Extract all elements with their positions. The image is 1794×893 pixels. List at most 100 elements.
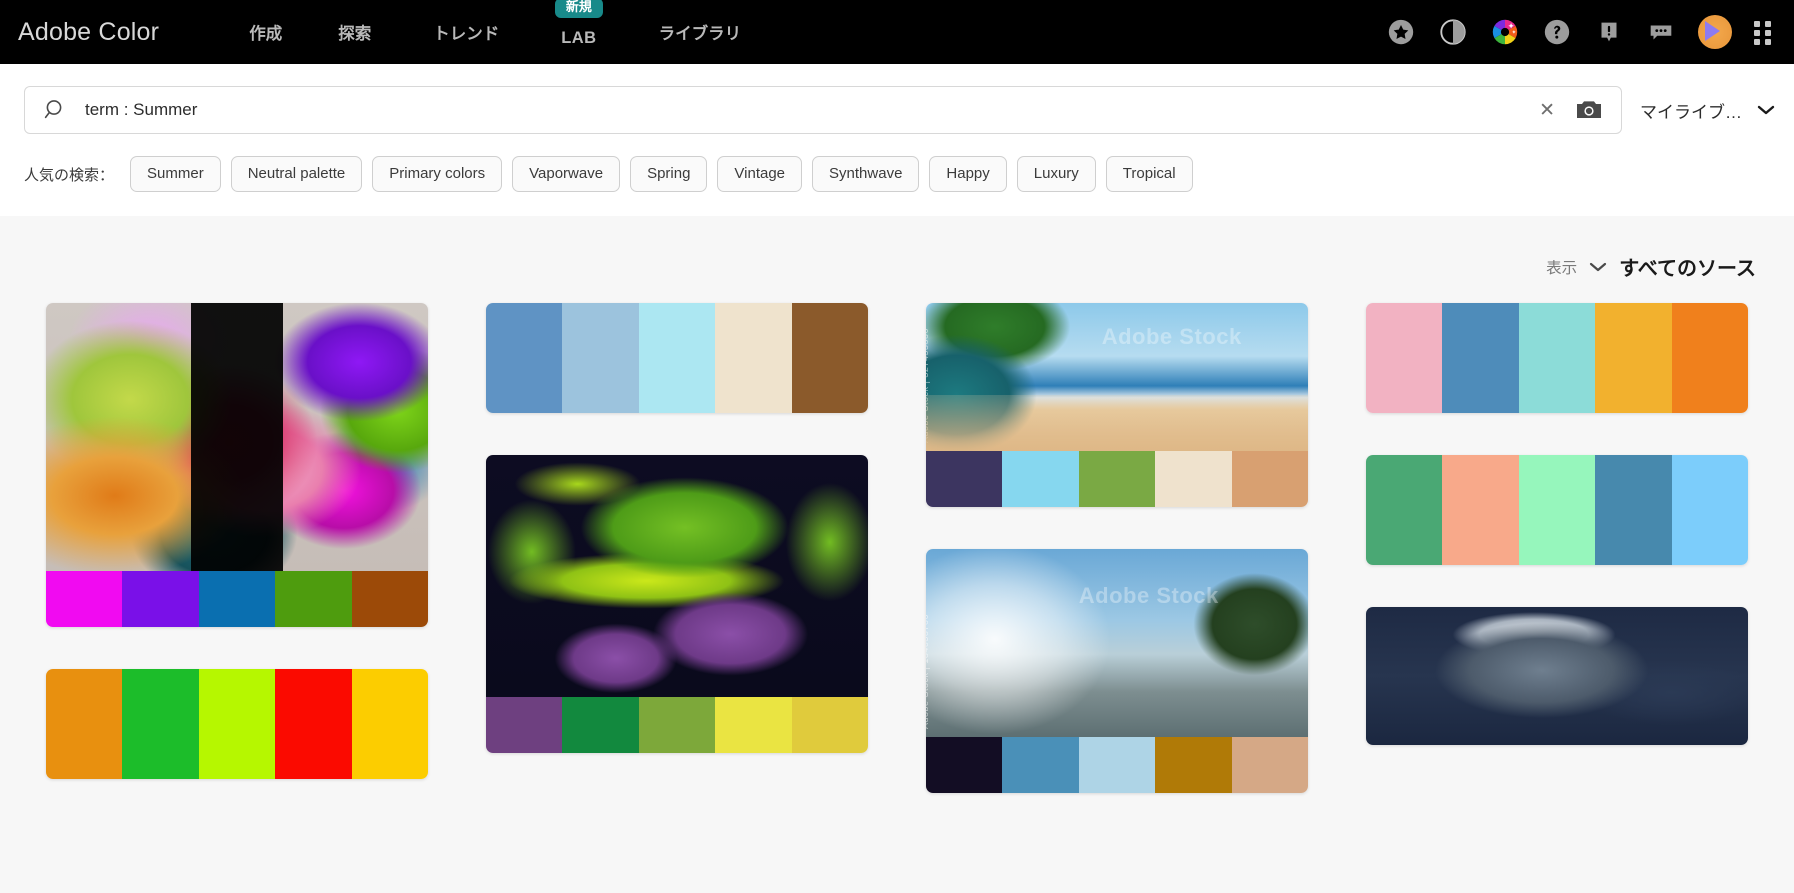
- help-icon[interactable]: [1542, 17, 1572, 47]
- tag-vintage[interactable]: Vintage: [717, 156, 803, 192]
- nav-item-lab[interactable]: 新規 LAB: [533, 0, 624, 64]
- search-input[interactable]: term : Summer: [85, 100, 1525, 120]
- palette-swatches: [486, 697, 868, 753]
- nav-label: ライブラリ: [658, 25, 742, 43]
- octopus-artwork-image: [486, 455, 868, 697]
- announcement-icon[interactable]: [1594, 17, 1624, 47]
- search-row: term : Summer ✕ マイライブ…: [0, 86, 1794, 134]
- tag-vaporwave[interactable]: Vaporwave: [512, 156, 621, 192]
- swatch: [1671, 303, 1748, 413]
- swatch: [486, 303, 563, 413]
- palette-card[interactable]: [46, 669, 428, 779]
- library-selector[interactable]: マイライブ…: [1640, 98, 1776, 123]
- palette-swatches: [46, 571, 428, 627]
- swatch: [46, 571, 123, 627]
- search-bar[interactable]: term : Summer ✕: [24, 86, 1622, 134]
- swatch: [791, 697, 868, 753]
- chat-icon[interactable]: [1646, 17, 1676, 47]
- palette-card[interactable]: Adobe Stock | 327433866 Adobe Stock: [926, 303, 1308, 507]
- swatch: [1155, 451, 1232, 507]
- palette-swatches: [1366, 455, 1748, 565]
- palette-card[interactable]: [1366, 303, 1748, 413]
- source-filter[interactable]: 表示 すべてのソース: [24, 216, 1770, 303]
- stock-watermark: Adobe Stock | 184038766: [926, 614, 930, 729]
- palette-card[interactable]: Adobe Stock | 184038766 Adobe Stock: [926, 549, 1308, 793]
- swatch: [562, 697, 639, 753]
- nav-label: LAB: [561, 28, 597, 47]
- swatch: [1002, 451, 1079, 507]
- tag-summer[interactable]: Summer: [130, 156, 221, 192]
- swatch: [122, 669, 199, 779]
- palette-grid: Adobe Stock | 327433866 Adobe Stock Adob…: [24, 303, 1770, 793]
- palette-swatches: [46, 669, 428, 779]
- swatch: [275, 571, 352, 627]
- swatch: [1442, 455, 1519, 565]
- swatch: [1518, 303, 1596, 413]
- swatch: [1231, 451, 1308, 507]
- swatch: [1155, 737, 1232, 793]
- tag-spring[interactable]: Spring: [630, 156, 708, 192]
- tag-happy[interactable]: Happy: [929, 156, 1007, 192]
- main-nav: 作成 探索 トレンド 新規 LAB ライブラリ: [221, 0, 775, 64]
- nav-label: トレンド: [433, 25, 500, 43]
- swatch: [1518, 455, 1596, 565]
- tag-luxury[interactable]: Luxury: [1016, 156, 1096, 192]
- swatch: [46, 669, 123, 779]
- tag-synthwave[interactable]: Synthwave: [812, 156, 920, 192]
- avatar[interactable]: [1698, 15, 1732, 49]
- swatch: [351, 669, 428, 779]
- beach-car-photo: Adobe Stock | 327433866 Adobe Stock: [926, 303, 1308, 451]
- swatch: [1366, 455, 1443, 565]
- swatch: [351, 571, 428, 627]
- source-filter-label: 表示: [1546, 259, 1578, 277]
- nav-item-explore[interactable]: 探索: [310, 0, 399, 64]
- chevron-down-icon: [1590, 262, 1607, 271]
- nav-item-create[interactable]: 作成: [221, 0, 310, 64]
- palette-column-2: [486, 303, 868, 753]
- swatch: [638, 697, 716, 753]
- palette-card[interactable]: [1366, 455, 1748, 565]
- swatch: [926, 451, 1003, 507]
- palette-card[interactable]: [486, 455, 868, 753]
- clear-search-icon[interactable]: ✕: [1525, 101, 1569, 120]
- palette-card[interactable]: [46, 303, 428, 627]
- swatch: [1595, 303, 1672, 413]
- swatch: [715, 697, 792, 753]
- palette-card[interactable]: [1366, 607, 1748, 745]
- swatch: [198, 669, 276, 779]
- color-wheel-icon[interactable]: [1490, 17, 1520, 47]
- swatch: [926, 737, 1003, 793]
- star-circle-icon[interactable]: [1386, 17, 1416, 47]
- swatch: [1078, 737, 1156, 793]
- swatch: [486, 697, 563, 753]
- palette-card[interactable]: [486, 303, 868, 413]
- swatch: [275, 669, 352, 779]
- stock-watermark: Adobe Stock: [1101, 323, 1242, 349]
- camera-search-icon[interactable]: [1575, 98, 1603, 122]
- swatch: [1442, 303, 1519, 413]
- swatch: [1671, 455, 1748, 565]
- new-badge: 新規: [554, 0, 603, 18]
- nav-item-trends[interactable]: トレンド: [399, 0, 533, 64]
- swatch: [715, 303, 792, 413]
- tag-tropical[interactable]: Tropical: [1105, 156, 1193, 192]
- popular-searches-row: 人気の検索： Summer Neutral palette Primary co…: [0, 134, 1794, 216]
- swatch: [1595, 455, 1672, 565]
- popular-searches-label: 人気の検索：: [24, 166, 115, 184]
- contrast-icon[interactable]: [1438, 17, 1468, 47]
- lake-jump-photo: Adobe Stock | 184038766 Adobe Stock: [926, 549, 1308, 737]
- app-grid-icon[interactable]: [1754, 21, 1774, 45]
- source-filter-value: すべてのソース: [1619, 258, 1756, 280]
- search-zone: term : Summer ✕ マイライブ… 人気の検索： Summer Neu…: [0, 64, 1794, 216]
- palette-swatches: [486, 303, 868, 413]
- stock-watermark: Adobe Stock: [1078, 582, 1219, 608]
- tag-primary-colors[interactable]: Primary colors: [372, 156, 503, 192]
- nav-item-library[interactable]: ライブラリ: [625, 0, 776, 64]
- palette-column-1: [46, 303, 428, 779]
- nav-label: 探索: [338, 25, 372, 43]
- swatch: [198, 571, 276, 627]
- header-actions: [1386, 15, 1778, 49]
- palette-swatches: [1366, 303, 1748, 413]
- palette-column-4: [1366, 303, 1748, 745]
- tag-neutral-palette[interactable]: Neutral palette: [230, 156, 363, 192]
